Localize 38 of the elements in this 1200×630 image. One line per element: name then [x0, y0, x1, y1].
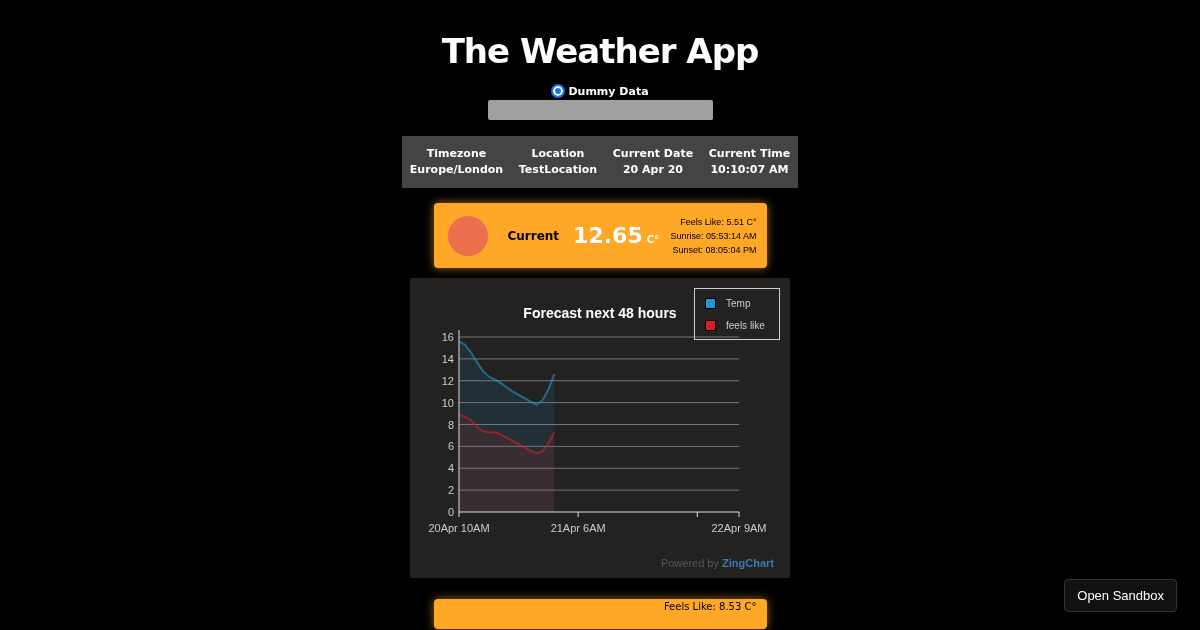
y-tick-label: 8 [447, 418, 454, 431]
legend-label: Temp [726, 298, 751, 309]
sunset: Sunset: 08:05:04 PM [672, 243, 757, 257]
feels-like: Feels Like: 5.51 C° [680, 215, 757, 229]
info-heading: Current Time [708, 146, 791, 162]
x-tick-label: 22Apr 9AM [711, 522, 767, 534]
temperature: 12.65 [573, 223, 643, 248]
info-value: 10:10:07 AM [710, 162, 789, 178]
y-tick-label: 10 [441, 396, 454, 409]
legend-label: feels like [726, 320, 765, 331]
y-tick-label: 12 [441, 374, 454, 387]
x-tick-label: 21Apr 6AM [550, 522, 606, 534]
weather-circle-icon [447, 215, 488, 256]
y-tick-label: 14 [441, 352, 454, 365]
input-field[interactable] [487, 100, 713, 120]
info-value: TestLocation [518, 162, 598, 178]
y-tick-label: 6 [447, 440, 454, 453]
radio-label: Dummy Data [568, 84, 649, 98]
temperature-unit: C° [646, 234, 660, 245]
y-tick-label: 16 [441, 331, 454, 343]
legend-swatch [705, 320, 716, 331]
x-tick-label: 20Apr 10AM [428, 522, 490, 534]
info-value: Europe/London [409, 162, 504, 178]
app-title: The Weather App [441, 30, 759, 72]
feels-like: Feels Like: 8.53 C° [663, 601, 757, 614]
y-tick-label: 4 [447, 462, 454, 475]
y-tick-label: 0 [447, 506, 454, 518]
info-heading: Timezone [426, 146, 487, 162]
current-label: Current [507, 228, 560, 243]
legend-swatch [705, 298, 716, 309]
info-heading: Current Date [612, 146, 694, 162]
open-sandbox-button[interactable]: Open Sandbox [1064, 579, 1177, 612]
info-heading: Location [531, 146, 585, 162]
chart-title: Forecast next 48 hours [523, 305, 677, 321]
radio-button[interactable] [551, 84, 566, 98]
y-tick-label: 2 [447, 484, 454, 497]
info-value: 20 Apr 20 [622, 162, 683, 178]
sunrise: Sunrise: 05:53:14 AM [670, 229, 757, 243]
